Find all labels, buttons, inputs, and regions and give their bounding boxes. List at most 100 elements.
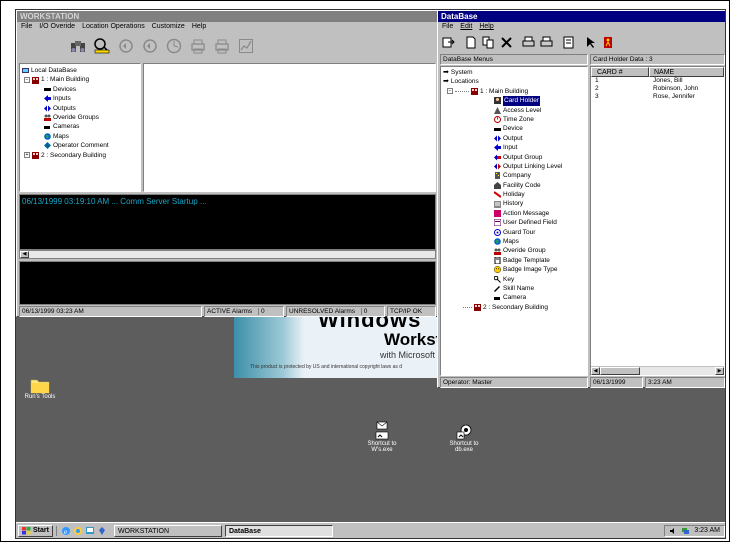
db-item-key[interactable]: Key	[494, 275, 585, 284]
desktop-folder-runs-tools[interactable]: Run's Tools	[22, 377, 58, 400]
db-print-button[interactable]	[520, 34, 537, 51]
db-help-button[interactable]	[582, 34, 599, 51]
door-button-1[interactable]	[115, 36, 136, 57]
collapse-icon[interactable]: −	[24, 77, 30, 84]
ie-icon[interactable]: e	[61, 526, 71, 536]
db-item-badge-image-type[interactable]: Badge Image Type	[494, 265, 585, 274]
arrow-right-icon: ➡	[443, 78, 449, 86]
timer-button[interactable]	[163, 36, 184, 57]
tree-building-1[interactable]: − 1 : Main Building	[22, 75, 138, 84]
db-door-button[interactable]	[600, 34, 617, 51]
collapse-icon[interactable]: −	[447, 88, 453, 95]
col-name[interactable]: NAME	[649, 67, 724, 77]
db-menu-help[interactable]: Help	[479, 22, 493, 32]
db-tree-pane[interactable]: ➡ System ➡ Locations − 1 : Main Building C…	[440, 66, 588, 376]
tree-item-cameras[interactable]: Cameras	[44, 122, 138, 131]
tree-item-operator-comment[interactable]: Operator Comment	[44, 141, 138, 150]
tree-item-maps[interactable]: Maps	[44, 132, 138, 141]
workstation-tree-pane[interactable]: Local DataBase − 1 : Main Building Devic…	[19, 63, 141, 192]
event-log-scrollbar[interactable]: ◀	[19, 250, 436, 259]
network-icon[interactable]	[681, 527, 690, 535]
db-item-access-level[interactable]: Access Level	[494, 106, 585, 115]
db-tree-system[interactable]: ➡ System	[443, 68, 585, 77]
channels-icon[interactable]	[97, 526, 107, 536]
tree-item-outputs[interactable]: Outputs	[44, 104, 138, 113]
db-menu-file[interactable]: File	[442, 22, 453, 32]
tree-item-overide-groups[interactable]: Overide Groups	[44, 113, 138, 122]
expand-icon[interactable]: +	[24, 152, 30, 159]
db-copy-button[interactable]	[480, 34, 497, 51]
tree-root[interactable]: Local DataBase	[22, 66, 138, 75]
scroll-left-button[interactable]: ◀	[591, 367, 600, 375]
company-icon	[495, 172, 500, 180]
status-unresolved-alarms: UNRESOLVED Alarms 0	[286, 306, 385, 317]
db-item-user-defined-field[interactable]: User Defined Field	[494, 218, 585, 227]
binoculars-button[interactable]	[67, 36, 88, 57]
menu-help[interactable]: Help	[192, 22, 206, 32]
db-item-holiday[interactable]: Holiday	[494, 190, 585, 199]
db-item-time-zone[interactable]: Time Zone	[494, 115, 585, 124]
db-item-device[interactable]: Device	[494, 124, 585, 133]
db-item-history[interactable]: History	[494, 199, 585, 208]
db-report-button[interactable]	[560, 34, 577, 51]
db-item-label: User Defined Field	[503, 219, 557, 227]
db-exit-button[interactable]	[440, 34, 457, 51]
menu-io-overide[interactable]: I/O Overide	[39, 22, 75, 32]
db-item-maps[interactable]: Maps	[494, 237, 585, 246]
task-workstation[interactable]: WORKSTATION	[113, 524, 222, 537]
db-tree-building-2[interactable]: 2 : Secondary Building	[443, 303, 585, 312]
outlook-icon[interactable]	[73, 526, 83, 536]
table-row[interactable]: 3 Rose, Jennifer	[591, 93, 724, 101]
desktop-shortcut-db[interactable]: Shortcut to db.exe	[444, 421, 484, 453]
db-item-skill-name[interactable]: Skill Name	[494, 284, 585, 293]
db-item-input[interactable]: Input	[494, 143, 585, 152]
db-print-preview-button[interactable]	[538, 34, 555, 51]
speaker-icon[interactable]	[669, 527, 677, 535]
db-item-action-message[interactable]: Action Message	[494, 209, 585, 218]
db-item-camera[interactable]: Camera	[494, 293, 585, 302]
menu-file[interactable]: File	[21, 22, 32, 32]
tree-item-devices[interactable]: Devices	[44, 85, 138, 94]
workstation-titlebar[interactable]: WORKSTATION	[17, 11, 437, 22]
db-item-facility-code[interactable]: Facility Code	[494, 181, 585, 190]
menu-customize[interactable]: Customize	[152, 22, 185, 32]
table-row[interactable]: 2 Robinson, John	[591, 85, 724, 93]
key-lookup-button[interactable]	[91, 36, 112, 57]
table-row[interactable]: 1 Jones, Bill	[591, 77, 724, 85]
alarm-pane[interactable]	[19, 261, 436, 305]
door-button-2[interactable]	[139, 36, 160, 57]
desktop-shortcut-ws[interactable]: Shortcut to W's.exe	[362, 421, 402, 453]
db-item-badge-template[interactable]: Badge Template	[494, 256, 585, 265]
clock[interactable]: 3:23 AM	[694, 527, 720, 534]
start-button[interactable]: Start	[18, 524, 53, 537]
menu-location-operations[interactable]: Location Operations	[82, 22, 145, 32]
db-item-output[interactable]: Output	[494, 134, 585, 143]
print-button-1[interactable]	[187, 36, 208, 57]
db-item-company[interactable]: Company	[494, 171, 585, 180]
db-item-card-holder[interactable]: Card Holder	[494, 96, 585, 106]
task-database[interactable]: DataBase	[224, 524, 333, 537]
db-tree-locations[interactable]: ➡ Locations	[443, 77, 585, 86]
database-titlebar[interactable]: DataBase	[438, 11, 725, 22]
graph-button[interactable]	[235, 36, 256, 57]
tree-item-inputs[interactable]: Inputs	[44, 94, 138, 103]
db-tree-building-1[interactable]: − 1 : Main Building	[443, 87, 585, 96]
cardholder-list[interactable]: CARD # NAME 1 Jones, Bill 2 Robinson, John…	[590, 66, 725, 376]
db-item-output-linking-level[interactable]: Output Linking Level	[494, 162, 585, 171]
col-card-number[interactable]: CARD #	[591, 67, 649, 77]
tree-building-2[interactable]: + 2 : Secondary Building	[22, 151, 138, 160]
scroll-thumb[interactable]	[600, 367, 640, 375]
db-item-guard-tour[interactable]: Guard Tour	[494, 228, 585, 237]
scroll-left-button[interactable]: ◀	[20, 251, 29, 258]
event-log-pane[interactable]: 06/13/1999 03:19:10 AM ... Comm Server S…	[19, 194, 436, 250]
db-menu-edit[interactable]: Edit	[460, 22, 472, 32]
db-item-overide-group[interactable]: Overide Group	[494, 246, 585, 255]
db-new-button[interactable]	[462, 34, 479, 51]
scroll-right-button[interactable]: ▶	[715, 367, 724, 375]
db-delete-button[interactable]	[498, 34, 515, 51]
print-button-2[interactable]	[211, 36, 232, 57]
workstation-detail-pane[interactable]	[143, 63, 436, 192]
cardholder-hscrollbar[interactable]: ◀ ▶	[591, 366, 724, 375]
db-item-output-group[interactable]: Output Group	[494, 153, 585, 162]
show-desktop-icon[interactable]	[85, 526, 95, 536]
